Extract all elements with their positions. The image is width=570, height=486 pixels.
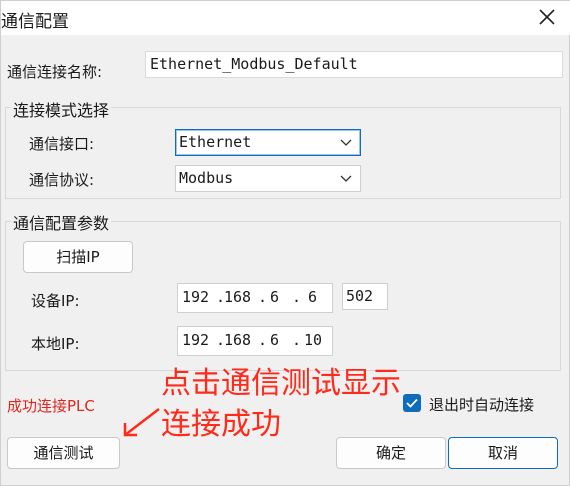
ip-dot: .: [292, 331, 302, 349]
ip-dot: .: [258, 288, 268, 306]
protocol-label: 通信协议:: [29, 171, 95, 189]
title-bar: 通信配置: [1, 1, 570, 35]
cancel-button[interactable]: 取消: [448, 437, 558, 469]
params-group-title: 通信配置参数: [11, 210, 112, 234]
ok-button[interactable]: 确定: [336, 437, 446, 469]
device-ip-octet-3: 6: [270, 288, 280, 306]
device-ip-label: 设备IP:: [31, 292, 80, 310]
interface-select[interactable]: Ethernet: [175, 129, 361, 156]
close-icon[interactable]: [535, 5, 559, 29]
interface-label: 通信接口:: [29, 135, 95, 153]
device-ip-octet-1: 192: [182, 288, 210, 306]
communication-config-dialog: 通信配置 通信连接名称: Ethernet_Modbus_Default 连接模…: [0, 0, 570, 486]
chevron-down-icon: [340, 175, 352, 182]
check-icon: [406, 398, 418, 408]
protocol-value: Modbus: [179, 169, 234, 187]
annotation-line-1: 点击通信测试显示: [161, 366, 401, 401]
local-ip-octet-1: 192: [182, 331, 210, 349]
annotation-line-2: 连接成功: [161, 407, 281, 442]
scan-ip-button[interactable]: 扫描IP: [23, 241, 133, 273]
port-input[interactable]: 502: [342, 283, 388, 310]
device-ip-octet-4: 6: [308, 288, 318, 306]
local-ip-octet-3: 6: [270, 331, 280, 349]
status-text: 成功连接PLC: [7, 397, 95, 415]
connection-mode-group-title: 连接模式选择: [11, 97, 112, 121]
local-ip-input[interactable]: 192 . 168 . 6 . 10: [177, 326, 333, 356]
device-ip-octet-2: 168: [224, 288, 252, 306]
local-ip-octet-2: 168: [224, 331, 252, 349]
ip-dot: .: [258, 331, 268, 349]
device-ip-input[interactable]: 192 . 168 . 6 . 6: [177, 283, 333, 313]
local-ip-label: 本地IP:: [31, 335, 80, 353]
test-connection-button[interactable]: 通信测试: [7, 437, 120, 469]
local-ip-octet-4: 10: [304, 331, 323, 349]
chevron-down-icon: [340, 139, 352, 146]
interface-value: Ethernet: [179, 133, 252, 151]
connection-name-input[interactable]: Ethernet_Modbus_Default: [145, 51, 563, 78]
auto-connect-checkbox[interactable]: [403, 394, 421, 412]
protocol-select[interactable]: Modbus: [175, 165, 361, 192]
dialog-title: 通信配置: [1, 12, 69, 32]
connection-name-label: 通信连接名称:: [7, 63, 103, 81]
annotation-arrow-icon: [123, 408, 160, 437]
ip-dot: .: [292, 288, 302, 306]
auto-connect-label: 退出时自动连接: [429, 396, 535, 414]
